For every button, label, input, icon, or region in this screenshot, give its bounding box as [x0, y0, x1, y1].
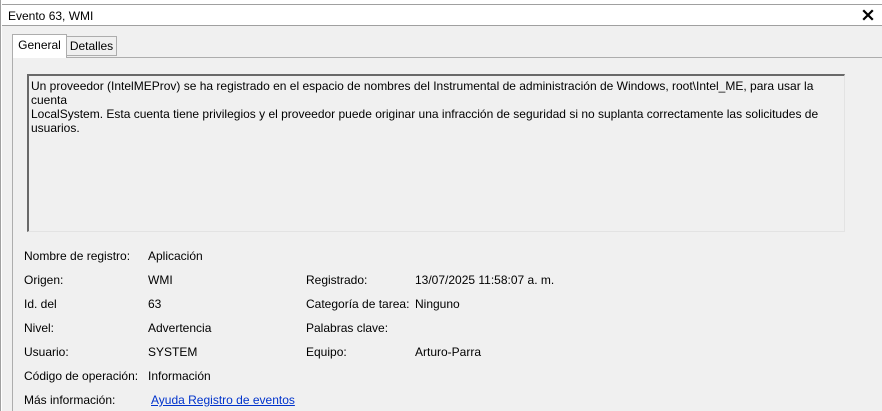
user-value[interactable]: SYSTEM — [148, 345, 197, 359]
opcode-label: Código de operación: — [24, 369, 139, 383]
event-properties-window: Evento 63, WMI General Detalles Un prove… — [0, 0, 882, 411]
task-category-value[interactable]: Ninguno — [415, 297, 460, 311]
user-label: Usuario: — [24, 345, 69, 359]
keywords-label: Palabras clave: — [306, 321, 389, 335]
source-value[interactable]: WMI — [148, 273, 173, 287]
event-log-help-link[interactable]: Ayuda Registro de eventos — [151, 393, 295, 407]
event-id-value[interactable]: 63 — [148, 297, 161, 311]
computer-value[interactable]: Arturo-Parra — [415, 345, 481, 359]
logged-label: Registrado: — [306, 273, 368, 287]
title-bar: Evento 63, WMI — [2, 4, 882, 26]
source-label: Origen: — [24, 273, 64, 287]
log-name-label: Nombre de registro: — [24, 249, 131, 263]
general-tab-panel: Un proveedor (IntelMEProv) se ha registr… — [12, 57, 882, 411]
event-description[interactable]: Un proveedor (IntelMEProv) se ha registr… — [27, 74, 845, 232]
tab-general[interactable]: General — [12, 34, 67, 58]
event-id-label: Id. del — [24, 297, 57, 311]
close-icon[interactable] — [861, 7, 875, 23]
window-title: Evento 63, WMI — [8, 9, 94, 23]
logged-value[interactable]: 13/07/2025 11:58:07 a. m. — [415, 273, 554, 287]
level-value[interactable]: Advertencia — [148, 321, 211, 335]
level-label: Nivel: — [24, 321, 55, 335]
dialog-body: General Detalles Un proveedor (IntelMEPr… — [2, 26, 882, 411]
log-name-value[interactable]: Aplicación — [148, 249, 203, 263]
task-category-label: Categoría de tarea: — [306, 297, 410, 311]
tab-detalles[interactable]: Detalles — [66, 36, 117, 56]
computer-label: Equipo: — [306, 345, 347, 359]
opcode-value[interactable]: Información — [148, 369, 211, 383]
more-info-label: Más información: — [24, 393, 116, 407]
